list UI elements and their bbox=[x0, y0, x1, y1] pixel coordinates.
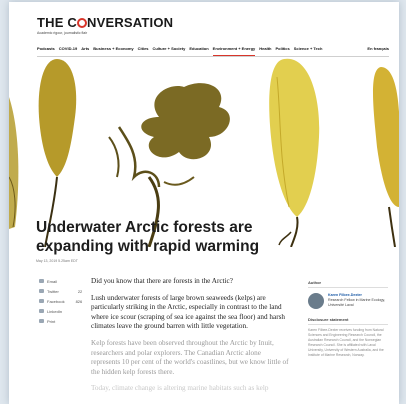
share-label: Print bbox=[47, 318, 56, 324]
share-linkedin[interactable]: LinkedIn bbox=[39, 306, 82, 316]
language-link[interactable]: En français bbox=[367, 44, 389, 56]
nav-item-arts[interactable]: Arts bbox=[81, 44, 89, 56]
share-count: 826 bbox=[75, 298, 83, 304]
nav-item-cities[interactable]: Cities bbox=[138, 44, 149, 56]
nav-item-science[interactable]: Science + Tech bbox=[294, 44, 323, 56]
print-icon bbox=[39, 319, 44, 323]
share-label: Email bbox=[47, 278, 58, 284]
article-sidebar: Author Karen Filbee-Dexter Research Fell… bbox=[308, 280, 388, 358]
facebook-icon bbox=[39, 299, 44, 303]
article-page: THE C NVERSATION Academic rigour, journal… bbox=[9, 2, 399, 404]
nav-item-podcasts[interactable]: Podcasts bbox=[37, 44, 55, 56]
share-count: 22 bbox=[77, 288, 83, 294]
section-nav: Podcasts COVID-19 Arts Business + Econom… bbox=[37, 44, 389, 57]
author-role: Research Fellow in Marine Ecology, Unive… bbox=[328, 298, 386, 307]
paragraph: Lush underwater forests of large brown s… bbox=[91, 293, 285, 331]
article-date: May 13, 2019 5.25am EDT bbox=[36, 259, 78, 263]
avatar bbox=[308, 293, 324, 309]
article-title: Underwater Arctic forests are expanding … bbox=[36, 219, 260, 255]
nav-item-business[interactable]: Business + Economy bbox=[93, 44, 133, 56]
twitter-icon bbox=[39, 289, 44, 293]
disclosure-text: Karen Filbee-Dexter receives funding fro… bbox=[308, 328, 384, 357]
site-logo[interactable]: THE C NVERSATION bbox=[37, 14, 173, 32]
site-tagline: Academic rigour, journalistic flair bbox=[37, 31, 88, 35]
paragraph: Kelp forests have been observed througho… bbox=[91, 338, 289, 376]
share-label: Facebook bbox=[47, 298, 65, 304]
logo-o-icon bbox=[77, 18, 87, 28]
linkedin-icon bbox=[39, 309, 44, 313]
share-facebook[interactable]: Facebook 826 bbox=[39, 296, 82, 306]
nav-item-education[interactable]: Education bbox=[189, 44, 208, 56]
share-label: LinkedIn bbox=[47, 308, 63, 314]
nav-item-environment[interactable]: Environment + Energy bbox=[212, 44, 256, 56]
logo-text-right: NVERSATION bbox=[87, 15, 174, 30]
disclosure-heading: Disclosure statement bbox=[308, 317, 388, 325]
article-body: Did you know that there are forests in t… bbox=[91, 277, 291, 401]
paragraph: Did you know that there are forests in t… bbox=[91, 277, 233, 285]
nav-item-covid[interactable]: COVID-19 bbox=[59, 44, 77, 56]
share-twitter[interactable]: Twitter 22 bbox=[39, 286, 82, 296]
nav-item-politics[interactable]: Politics bbox=[275, 44, 289, 56]
paragraph: Today, climate change is altering marine… bbox=[91, 384, 269, 393]
nav-item-health[interactable]: Health bbox=[259, 44, 271, 56]
author-card[interactable]: Karen Filbee-Dexter Research Fellow in M… bbox=[308, 293, 388, 309]
nav-item-culture[interactable]: Culture + Society bbox=[153, 44, 186, 56]
share-label: Twitter bbox=[47, 288, 59, 294]
share-print[interactable]: Print bbox=[39, 316, 82, 326]
share-email[interactable]: Email bbox=[39, 276, 82, 286]
author-heading: Author bbox=[308, 280, 388, 288]
author-info: Karen Filbee-Dexter Research Fellow in M… bbox=[328, 293, 388, 309]
share-bar: Email Twitter 22 Facebook 826 LinkedIn Pri… bbox=[39, 276, 82, 326]
email-icon bbox=[39, 279, 44, 283]
logo-text-left: THE C bbox=[37, 15, 77, 30]
